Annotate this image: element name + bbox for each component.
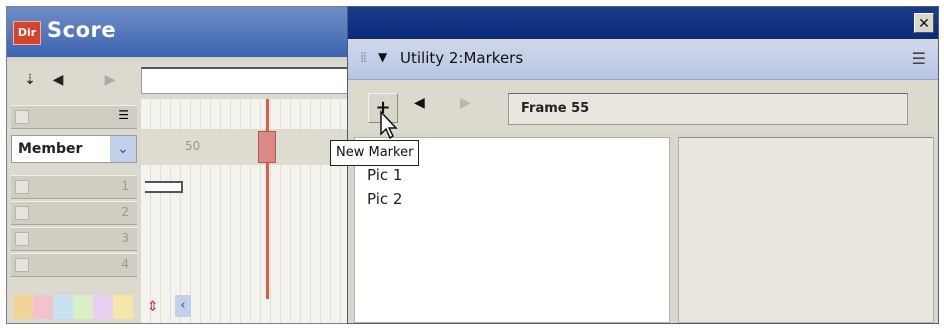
marker-comment-pane[interactable] (678, 137, 934, 323)
channel-number: 4 (121, 257, 129, 271)
display-mode-select[interactable]: Member ⌄ (11, 135, 137, 163)
color-swatch[interactable] (93, 295, 113, 319)
markers-title-bar[interactable]: ✕ (348, 7, 938, 39)
channel-toggle[interactable] (15, 206, 29, 220)
channel-header-row: ☰ (11, 105, 137, 129)
channel-row[interactable]: 3 (11, 227, 137, 251)
playhead-locator-icon[interactable]: ⇕ (147, 299, 159, 315)
director-app-icon: Dir (13, 21, 41, 45)
marker-label-field[interactable] (141, 67, 353, 94)
list-item[interactable]: Pic 1 (367, 166, 402, 184)
score-toolbar: ⇣ ◀ ▶ (7, 61, 355, 99)
score-frame-grid[interactable]: 50 (141, 99, 355, 323)
channel-toggle[interactable] (15, 258, 29, 272)
next-marker-icon[interactable]: ▶ (460, 95, 471, 111)
display-mode-value: Member (18, 141, 83, 157)
drag-grip-icon[interactable]: ⁞⁞ (360, 50, 367, 66)
scroll-left-icon[interactable]: ‹ (175, 295, 191, 317)
channel-toggle[interactable] (15, 232, 29, 246)
playhead-handle[interactable] (258, 131, 276, 163)
pane-splitter[interactable] (670, 137, 678, 323)
channel-number: 2 (121, 205, 129, 219)
marker-menu-icon[interactable]: ⇣ (19, 68, 41, 92)
next-marker-icon[interactable]: ▶ (99, 68, 121, 92)
marker-name-field[interactable]: Frame 55 (508, 93, 908, 125)
new-marker-tooltip: New Marker (330, 140, 420, 166)
markers-panel-header[interactable]: ⁞⁞ ▼ Utility 2:Markers ☰ (348, 41, 938, 80)
color-swatch[interactable] (13, 295, 33, 319)
ruler-frame-number: 50 (185, 139, 201, 153)
channel-options-icon[interactable]: ☰ (118, 108, 129, 122)
score-window: Dir Score ⇣ ◀ ▶ ☰ Member ⌄ 1 2 3 4 50 ⇕ … (6, 6, 356, 324)
color-swatch[interactable] (113, 295, 133, 319)
close-button[interactable]: ✕ (914, 13, 934, 33)
frame-ruler[interactable]: 50 (141, 129, 355, 165)
channel-column: ☰ Member ⌄ 1 2 3 4 (7, 99, 141, 323)
color-swatch[interactable] (73, 295, 93, 319)
mouse-pointer-icon (380, 110, 398, 140)
channel-number: 3 (121, 231, 129, 245)
color-palette (13, 295, 137, 319)
previous-marker-icon[interactable]: ◀ (414, 95, 425, 111)
previous-marker-icon[interactable]: ◀ (47, 68, 69, 92)
panel-title: Utility 2:Markers (400, 49, 524, 67)
chevron-down-icon[interactable]: ⌄ (110, 136, 136, 162)
collapse-arrow-icon[interactable]: ▼ (378, 50, 387, 64)
color-swatch[interactable] (53, 295, 73, 319)
sprite-span[interactable] (145, 181, 183, 193)
channel-toggle[interactable] (15, 180, 29, 194)
markers-window: ✕ ⁞⁞ ▼ Utility 2:Markers ☰ + ◀ ▶ Frame 5… (347, 6, 939, 324)
list-item[interactable]: Pic 2 (367, 190, 402, 208)
playhead-line (266, 99, 269, 299)
options-menu-icon[interactable]: ☰ (912, 49, 926, 68)
channel-number: 1 (121, 179, 129, 193)
channel-row[interactable]: 4 (11, 253, 137, 277)
marker-name-value: Frame 55 (521, 101, 590, 116)
color-swatch[interactable] (33, 295, 53, 319)
channel-row[interactable]: 2 (11, 201, 137, 225)
score-title-bar[interactable]: Dir Score (7, 7, 355, 57)
markers-toolbar: + ◀ ▶ Frame 55 (348, 81, 938, 133)
channel-toggle[interactable] (15, 110, 29, 124)
score-window-title: Score (47, 18, 117, 42)
channel-row[interactable]: 1 (11, 175, 137, 199)
